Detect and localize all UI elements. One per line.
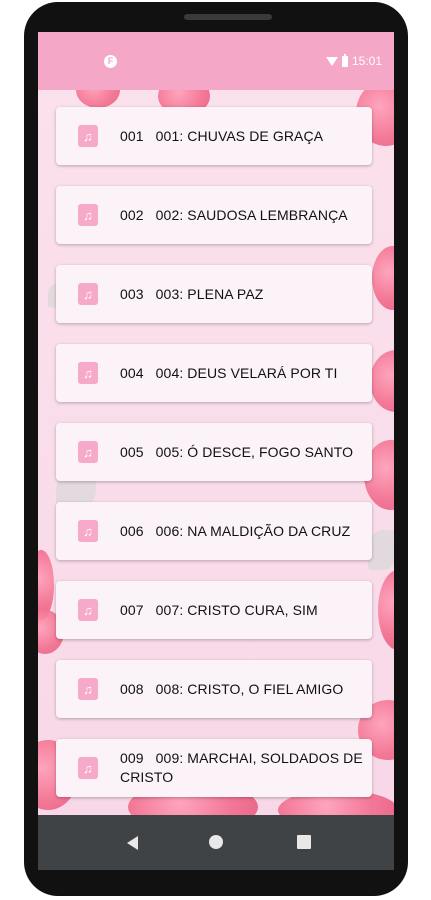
screen: F 15:01 ♫ 001 001: CHUVAS DE GRAÇA ♫ 002… bbox=[38, 32, 394, 870]
song-title: 006 006: NA MALDIÇÃO DA CRUZ bbox=[120, 522, 351, 539]
recents-icon[interactable] bbox=[297, 835, 311, 849]
music-note-icon: ♫ bbox=[78, 125, 98, 147]
list-item[interactable]: ♫ 005 005: Ó DESCE, FOGO SANTO bbox=[56, 423, 372, 481]
song-title: 002 002: SAUDOSA LEMBRANÇA bbox=[120, 206, 348, 223]
song-title: 007 007: CRISTO CURA, SIM bbox=[120, 601, 318, 618]
wifi-icon bbox=[325, 56, 338, 66]
app-badge-icon: F bbox=[104, 55, 117, 68]
status-time: 15:01 bbox=[351, 54, 382, 68]
music-note-icon: ♫ bbox=[78, 441, 98, 463]
background-rose bbox=[378, 570, 394, 650]
list-item[interactable]: ♫ 004 004: DEUS VELARÁ POR TI bbox=[56, 344, 372, 402]
navigation-bar bbox=[38, 815, 394, 870]
music-note-icon: ♫ bbox=[78, 599, 98, 621]
song-title: 003 003: PLENA PAZ bbox=[120, 285, 264, 302]
background-rose bbox=[372, 246, 394, 310]
battery-icon bbox=[341, 53, 348, 67]
music-note-icon: ♫ bbox=[78, 520, 98, 542]
song-title: 009 009: MARCHAI, SOLDADOS DE CRISTO bbox=[120, 750, 363, 785]
music-note-icon: ♫ bbox=[78, 283, 98, 305]
background-rose bbox=[370, 350, 394, 412]
back-icon[interactable] bbox=[127, 836, 138, 850]
status-bar: F 15:01 bbox=[38, 32, 394, 90]
song-title: 005 005: Ó DESCE, FOGO SANTO bbox=[120, 443, 354, 460]
list-item[interactable]: ♫ 006 006: NA MALDIÇÃO DA CRUZ bbox=[56, 502, 372, 560]
music-note-icon: ♫ bbox=[78, 362, 98, 384]
list-item[interactable]: ♫ 002 002: SAUDOSA LEMBRANÇA bbox=[56, 186, 372, 244]
status-right: 15:01 bbox=[325, 53, 382, 68]
song-list-area[interactable]: ♫ 001 001: CHUVAS DE GRAÇA ♫ 002 002: SAUD… bbox=[38, 90, 394, 815]
music-note-icon: ♫ bbox=[78, 757, 98, 779]
song-title: 008 008: CRISTO, O FIEL AMIGO bbox=[120, 680, 344, 697]
home-icon[interactable] bbox=[209, 835, 223, 849]
list-item[interactable]: ♫ 007 007: CRISTO CURA, SIM bbox=[56, 581, 372, 639]
list-item[interactable]: ♫ 008 008: CRISTO, O FIEL AMIGO bbox=[56, 660, 372, 718]
earpiece bbox=[184, 14, 272, 20]
list-item[interactable]: ♫ 001 001: CHUVAS DE GRAÇA bbox=[56, 107, 372, 165]
background-rose bbox=[76, 90, 120, 108]
song-title: 004 004: DEUS VELARÁ POR TI bbox=[120, 364, 338, 381]
list-item[interactable]: ♫ 009 009: MARCHAI, SOLDADOS DE CRISTO bbox=[56, 739, 372, 797]
song-title: 001 001: CHUVAS DE GRAÇA bbox=[120, 127, 324, 144]
list-item[interactable]: ♫ 003 003: PLENA PAZ bbox=[56, 265, 372, 323]
phone-frame: F 15:01 ♫ 001 001: CHUVAS DE GRAÇA ♫ 002… bbox=[24, 2, 408, 896]
music-note-icon: ♫ bbox=[78, 204, 98, 226]
music-note-icon: ♫ bbox=[78, 678, 98, 700]
